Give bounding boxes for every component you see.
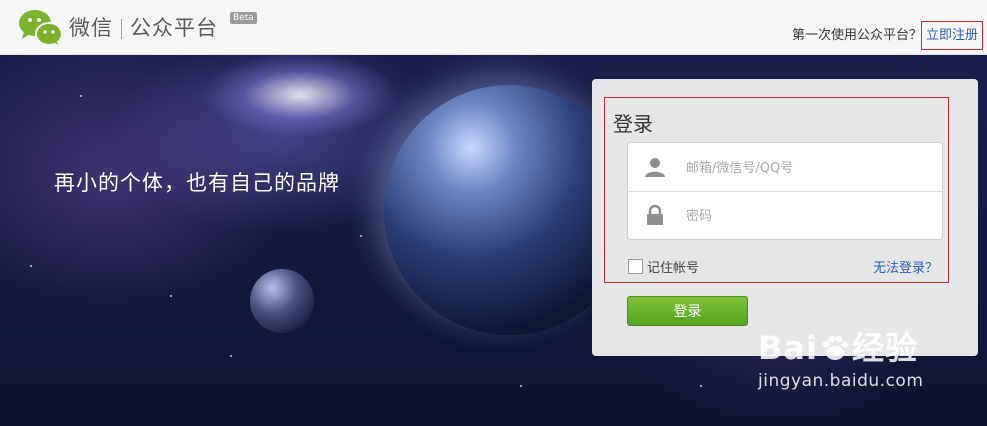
star xyxy=(230,355,232,357)
top-header: 微信 公众平台 Beta 第一次使用公众平台？ 立即注册 xyxy=(0,0,987,55)
hero-slogan: 再小的个体，也有自己的品牌 xyxy=(54,171,340,195)
register-link[interactable]: 立即注册 xyxy=(920,21,984,50)
wechat-logo-icon[interactable] xyxy=(18,8,64,46)
remember-checkbox[interactable] xyxy=(628,259,643,274)
star xyxy=(700,385,702,387)
baidu-jingyan-watermark: Bai 经验 jingyan.baidu.com xyxy=(758,323,923,391)
cant-login-link[interactable]: 无法登录？ xyxy=(873,257,938,276)
beta-badge: Beta xyxy=(230,12,257,24)
remember-label: 记住帐号 xyxy=(647,261,700,276)
user-icon xyxy=(645,158,665,177)
watermark-logo-left: Bai xyxy=(758,329,818,367)
star xyxy=(170,295,172,297)
watermark-logo: Bai 经验 xyxy=(758,323,923,369)
star xyxy=(80,95,82,97)
password-row xyxy=(628,191,942,239)
login-title: 登录 xyxy=(613,112,653,136)
star xyxy=(30,265,32,267)
brand-platform: 公众平台 xyxy=(130,16,218,40)
brand-divider xyxy=(121,19,122,39)
account-row xyxy=(628,143,942,192)
login-panel: 登录 记住帐号 无法登录？ 登录 xyxy=(592,79,978,356)
star xyxy=(360,235,362,237)
account-input[interactable] xyxy=(684,157,928,179)
watermark-logo-right: 经验 xyxy=(851,329,918,367)
remember-account[interactable]: 记住帐号 xyxy=(628,257,699,276)
register-prompt: 第一次使用公众平台？ 立即注册 xyxy=(791,21,984,50)
hero-banner: 再小的个体，也有自己的品牌 登录 记住帐号 xyxy=(0,55,987,426)
password-input[interactable] xyxy=(684,205,928,227)
star xyxy=(520,385,522,387)
planet-small-image xyxy=(250,269,314,333)
login-input-group xyxy=(627,142,943,240)
first-time-text: 第一次使用公众平台？ xyxy=(791,28,922,43)
lock-icon xyxy=(647,204,663,225)
login-button[interactable]: 登录 xyxy=(627,296,748,326)
watermark-url: jingyan.baidu.com xyxy=(758,371,924,391)
paw-icon xyxy=(822,335,849,360)
brand-title: 微信 公众平台 xyxy=(69,12,218,42)
brand-wechat: 微信 xyxy=(69,16,113,40)
